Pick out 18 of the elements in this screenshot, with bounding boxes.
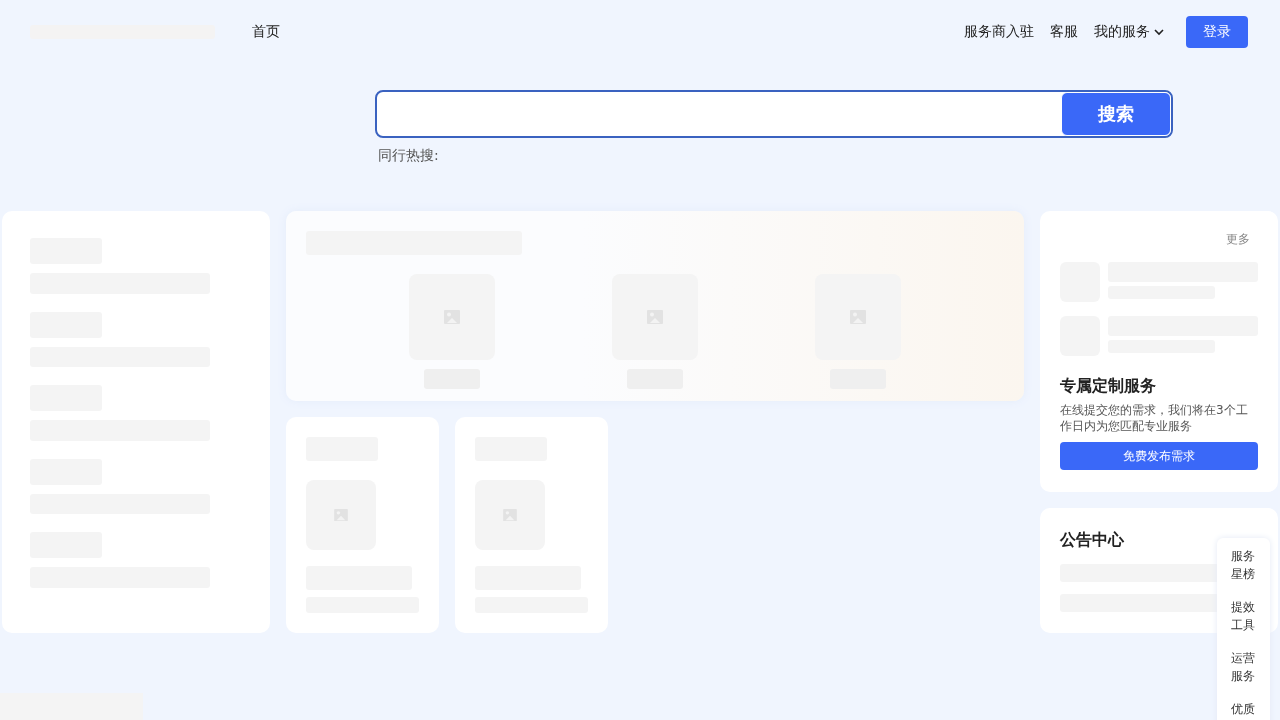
header-link[interactable]: 客服 — [1050, 23, 1078, 41]
sidebar-item[interactable]: 优质 — [1230, 700, 1257, 718]
card-title: 专属定制服务 — [1060, 376, 1157, 397]
login-button[interactable]: 登录 — [1186, 16, 1248, 48]
publish-request-button[interactable]: 免费发布需求 — [1060, 442, 1258, 470]
card-title: 公告中心 — [1060, 529, 1124, 551]
search-field[interactable]: 搜索 — [375, 90, 1173, 138]
header-link[interactable]: 服务商入驻 — [964, 23, 1034, 41]
search-button[interactable]: 搜索 — [1061, 92, 1171, 136]
services-dropdown[interactable]: 我的服务 — [1094, 23, 1164, 41]
sidebar-item[interactable]: 提效工具 — [1230, 598, 1257, 634]
chevron-down-icon — [1154, 28, 1164, 36]
hot-search-label: 同行热搜: — [378, 147, 440, 165]
more-link[interactable]: 更多 — [1226, 231, 1250, 248]
sidebar-item[interactable]: 服务星榜 — [1230, 547, 1257, 583]
card-description: 在线提交您的需求，我们将在3个工作日内为您匹配专业服务 — [1060, 402, 1249, 434]
sidebar-item[interactable]: 运营服务 — [1230, 649, 1257, 685]
nav-link[interactable]: 首页 — [252, 23, 280, 41]
